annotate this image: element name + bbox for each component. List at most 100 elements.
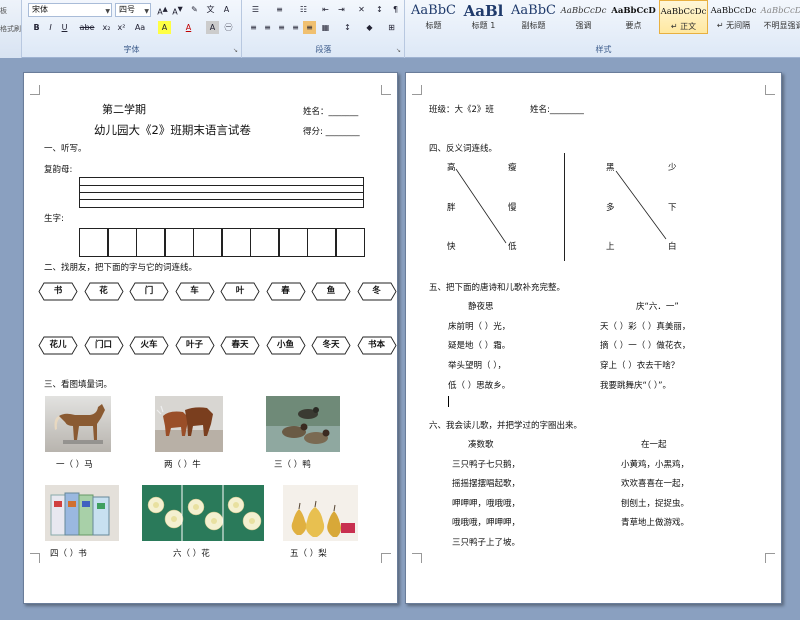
shrink-font-button[interactable]: A▼: [171, 3, 184, 17]
hex-label[interactable]: 小鱼: [265, 336, 306, 355]
sort-icon[interactable]: ↕: [373, 3, 386, 16]
char-shading-button[interactable]: A: [206, 21, 219, 34]
rhyme-line[interactable]: 三只鸭子上了坡。: [452, 536, 520, 548]
song-line[interactable]: 穿上（ ）衣去干啥？: [600, 359, 679, 371]
poem-line[interactable]: 举头望明（ ），: [448, 359, 506, 371]
name-field[interactable]: 姓名：_______: [303, 105, 358, 117]
font-color-button[interactable]: A: [182, 21, 195, 34]
char-cell[interactable]: [136, 228, 165, 257]
hex-label[interactable]: 火车: [129, 336, 169, 355]
rhyme-line[interactable]: 摇摇摆摆唱起歌，: [452, 477, 520, 489]
song-line[interactable]: 天（ ）彩（ ）真美丽，: [600, 320, 690, 332]
name-field[interactable]: 姓名:________: [530, 103, 584, 115]
align-center-icon[interactable]: ≡: [261, 21, 274, 34]
hex-text: 春: [281, 286, 290, 296]
poem-line[interactable]: 床前明（ ）光，: [448, 320, 510, 332]
hex-label[interactable]: 车: [174, 282, 215, 301]
hex-label[interactable]: 春天: [220, 336, 260, 355]
increase-indent-icon[interactable]: ⇥: [335, 3, 348, 16]
hex-label[interactable]: 鱼: [311, 282, 351, 301]
rhyme-line[interactable]: 刨刨土，捉捉虫。: [621, 497, 689, 509]
multilevel-list-icon[interactable]: ☷: [297, 3, 310, 16]
page-1[interactable]: 第二学期 幼儿园大《2》班期末语言试卷 姓名：_______ 得分: _____…: [23, 72, 398, 604]
poem-line[interactable]: 疑是地（ ）霜。: [448, 339, 510, 351]
song-line[interactable]: 摘（ ）一（ ）做花衣，: [600, 339, 690, 351]
char-cell[interactable]: [193, 228, 222, 257]
rhyme-line[interactable]: 小黄鸡，小黑鸡，: [621, 458, 689, 470]
style-normal[interactable]: AaBbCcDc ↵ 正文: [659, 0, 708, 34]
dialog-launcher-icon[interactable]: ↘: [233, 47, 238, 54]
dialog-launcher-icon[interactable]: ↘: [396, 47, 401, 54]
char-cell[interactable]: [107, 228, 137, 257]
paste-label[interactable]: 板: [0, 6, 7, 16]
font-size-value: 四号: [119, 5, 135, 14]
decrease-indent-icon[interactable]: ⇤: [319, 3, 332, 16]
char-cell[interactable]: [221, 228, 251, 257]
line-spacing-icon[interactable]: ↕: [341, 21, 354, 34]
char-border-icon[interactable]: A: [220, 3, 233, 16]
highlight-button[interactable]: A: [158, 21, 171, 34]
grow-font-button[interactable]: A▲: [156, 3, 169, 17]
borders-icon[interactable]: ⊞: [385, 21, 398, 34]
hex-label[interactable]: 书: [38, 282, 78, 301]
score-field[interactable]: 得分: ________: [303, 125, 360, 137]
rhyme-line[interactable]: 哦哦哦，呷呷呷，: [452, 516, 520, 528]
hex-label[interactable]: 门: [129, 282, 169, 301]
song-line[interactable]: 我要跳舞庆“（ ）”。: [600, 379, 671, 391]
bullets-icon[interactable]: ☰: [249, 3, 262, 16]
rhyme-line[interactable]: 呷呷呷，哦哦哦，: [452, 497, 520, 509]
rhyme-line[interactable]: 三只鸭子七只鹅，: [452, 458, 520, 470]
poem-line[interactable]: 低（ ）思故乡。: [448, 379, 510, 391]
style-no-spacing[interactable]: AaBbCcDc ↵ 无间隔: [709, 0, 758, 34]
font-name-combo[interactable]: 宋体 ▼: [28, 3, 112, 17]
strikethrough-button[interactable]: abe: [78, 21, 96, 34]
distribute-icon[interactable]: ▦: [319, 21, 332, 34]
rhyme-line[interactable]: 青草地上做游戏。: [621, 516, 689, 528]
char-cell[interactable]: [164, 228, 194, 257]
change-case-button[interactable]: Aa: [132, 21, 148, 34]
align-right-icon[interactable]: ≡: [275, 21, 288, 34]
char-cell[interactable]: [278, 228, 308, 257]
hex-label[interactable]: 冬: [356, 282, 397, 301]
hex-label[interactable]: 冬天: [311, 336, 351, 355]
rhyme-line[interactable]: 欢欢喜喜在一起，: [621, 477, 689, 489]
char-cell[interactable]: [250, 228, 279, 257]
enclose-char-button[interactable]: ㊀: [222, 21, 235, 34]
dictation-lines[interactable]: [79, 177, 364, 208]
char-cell[interactable]: [79, 228, 108, 257]
align-left-icon[interactable]: ≡: [247, 21, 260, 34]
style-heading1[interactable]: AaBl 标题 1: [459, 0, 508, 34]
chevron-down-icon[interactable]: ▼: [144, 6, 149, 18]
hex-label[interactable]: 叶: [220, 282, 260, 301]
format-painter-label[interactable]: 格式刷: [0, 24, 21, 34]
hex-label[interactable]: 花: [83, 282, 124, 301]
style-strong[interactable]: AaBbCcD 要点: [609, 0, 658, 34]
show-marks-icon[interactable]: ¶: [389, 3, 402, 16]
style-title[interactable]: AaBbC 标题: [409, 0, 458, 34]
justify-icon[interactable]: ≡: [289, 21, 302, 34]
hex-label[interactable]: 门口: [83, 336, 124, 355]
hex-label[interactable]: 花儿: [38, 336, 78, 355]
chinese-layout-icon[interactable]: ✕: [355, 3, 368, 16]
font-size-combo[interactable]: 四号 ▼: [115, 3, 151, 17]
chevron-down-icon[interactable]: ▼: [105, 6, 110, 18]
style-subtle-emphasis[interactable]: AaBbCcDc 不明显强调: [759, 0, 800, 34]
hex-label[interactable]: 春: [265, 282, 306, 301]
phonetic-guide-icon[interactable]: 文: [204, 3, 217, 16]
bold-button[interactable]: B: [30, 21, 43, 34]
char-cell[interactable]: [307, 228, 336, 257]
numbering-icon[interactable]: ≡: [273, 3, 286, 16]
hex-label[interactable]: 书本: [356, 336, 397, 355]
italic-button[interactable]: I: [44, 21, 57, 34]
underline-button[interactable]: U: [58, 21, 71, 34]
clear-format-icon[interactable]: ✎: [188, 3, 201, 16]
subscript-button[interactable]: x₂: [100, 21, 113, 34]
style-subtitle[interactable]: AaBbC 副标题: [509, 0, 558, 34]
char-cell[interactable]: [335, 228, 365, 257]
page-2[interactable]: 班级：大《2》班 姓名:________ 四、反义词连线。 高 胖 快 瘦 慢 …: [405, 72, 782, 604]
distributed-icon[interactable]: ≡: [303, 21, 316, 34]
superscript-button[interactable]: x²: [115, 21, 128, 34]
style-emphasis[interactable]: AaBbCcDc 强调: [559, 0, 608, 34]
hex-label[interactable]: 叶子: [174, 336, 215, 355]
shading-icon[interactable]: ◆: [363, 21, 376, 34]
